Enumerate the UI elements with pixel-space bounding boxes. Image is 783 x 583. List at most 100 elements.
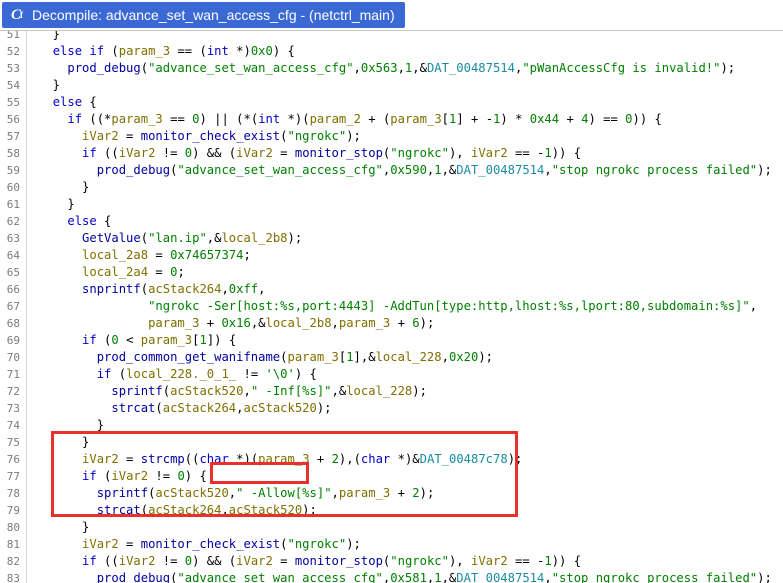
code-line[interactable]: 67 "ngrokc -Ser[host:%s,port:4443] -AddT… [0,298,783,315]
code-token: "advance_set_wan_access_cfg" [177,163,383,177]
line-number: 53 [6,62,20,75]
line-number: 61 [6,198,20,211]
code-line[interactable]: 54 } [0,77,783,94]
code-text: GetValue("lan.ip",&local_2b8); [38,230,302,247]
code-token: monitor_check_exist [140,129,281,143]
code-token: int [206,44,229,58]
code-line[interactable]: 78 sprintf(acStack520," -Allow[%s]",para… [0,485,783,502]
code-line[interactable]: 60 } [0,179,783,196]
code-line[interactable]: 82 if ((iVar2 != 0) && (iVar2 = monitor_… [0,553,783,570]
code-text: else { [38,213,111,230]
code-line[interactable]: 63 GetValue("lan.ip",&local_2b8); [0,230,783,247]
code-token: ),( [338,452,361,466]
code-line[interactable]: 55 else { [0,94,783,111]
code-token: ); [346,537,361,551]
line-number: 80 [6,521,20,534]
code-token: ( [104,44,119,58]
code-token: ) { [184,469,207,483]
code-token: ); [757,571,772,583]
code-token: ,& [441,571,457,583]
decompiler-code-view[interactable]: 51 } 52 else if (param_3 == (int *)0x0) {… [0,31,783,583]
code-text: } [38,434,89,451]
code-token: monitor_check_exist [140,537,281,551]
code-text: iVar2 = strcmp((char *)(param_3 + 2),(ch… [38,451,522,468]
code-token: param_3 [118,44,171,58]
code-token: param_3 [148,316,200,330]
code-token: iVar2 [82,129,119,143]
code-token: param_3 [111,112,163,126]
code-token: == - [507,146,545,160]
code-line[interactable]: 61 } [0,196,783,213]
code-token: DAT_00487514 [456,163,545,177]
code-line[interactable]: 70 prod_common_get_wanifname(param_3[1],… [0,349,783,366]
code-token: != [155,146,185,160]
code-token: param_3 [390,112,442,126]
code-token: iVar2 [236,146,273,160]
code-line[interactable]: 64 local_2a8 = 0x74657374; [0,247,783,264]
code-line[interactable]: 77 if (iVar2 != 0) { [0,468,783,485]
code-token: )) { [551,146,582,160]
code-token: (( [96,554,119,568]
code-line[interactable]: 57 iVar2 = monitor_check_exist("ngrokc")… [0,128,783,145]
code-line[interactable]: 73 strcat(acStack264,acStack520); [0,400,783,417]
code-token: ) * [500,112,530,126]
code-line[interactable]: 62 else { [0,213,783,230]
line-number: 72 [6,385,20,398]
code-line[interactable]: 65 local_2a4 = 0; [0,264,783,281]
line-number: 59 [6,164,20,177]
code-token: ; [177,265,185,279]
code-token: ); [302,503,317,517]
code-line[interactable]: 66 snprintf(acStack264,0xff, [0,281,783,298]
code-text: strcat(acStack264,acStack520); [38,400,331,417]
code-line[interactable]: 79 strcat(acStack264,acStack520); [0,502,783,519]
code-line[interactable]: 74 } [0,417,783,434]
code-line[interactable]: 56 if ((*param_3 == 0) || (*(int *)(para… [0,111,783,128]
line-number: 66 [6,283,20,296]
code-line[interactable]: 83 prod_debug("advance_set_wan_access_cf… [0,570,783,583]
code-line[interactable]: 71 if (local_228._0_1_ != '\0') { [0,366,783,383]
code-line[interactable]: 53 prod_debug("advance_set_wan_access_cf… [0,60,783,77]
code-token: != [155,554,185,568]
code-token: strcat [96,503,141,517]
code-token: } [38,180,90,194]
code-token: local_228._0_1_ [126,367,237,381]
code-line[interactable]: 58 if ((iVar2 != 0) && (iVar2 = monitor_… [0,145,783,162]
code-token: GetValue [82,231,141,245]
code-token: sprintf [96,486,149,500]
code-token: ); [419,486,435,500]
code-token: ); [478,350,493,364]
code-line[interactable]: 51 } [0,31,783,43]
code-token: ), [448,554,471,568]
line-number: 82 [6,555,20,568]
code-token: ), [448,146,471,160]
code-token: + [309,452,332,466]
code-line[interactable]: 81 iVar2 = monitor_check_exist("ngrokc")… [0,536,783,553]
code-token: acStack520 [228,503,303,517]
line-number: 58 [6,147,20,160]
code-line[interactable]: 59 prod_debug("advance_set_wan_access_cf… [0,162,783,179]
code-token: else [52,95,83,109]
code-token: iVar2 [82,452,119,466]
code-line[interactable]: 80 } [0,519,783,536]
code-line[interactable]: 52 else if (param_3 == (int *)0x0) { [0,43,783,60]
code-token: ( [140,503,149,517]
code-text: if ((*param_3 == 0) || (*(int *)(param_2… [38,111,662,128]
code-token: ); [757,163,772,177]
code-line[interactable]: 72 sprintf(acStack520," -Inf[%s]",&local… [0,383,783,400]
code-token: } [38,78,61,92]
code-token: (( [184,452,200,466]
code-text: sprintf(acStack520," -Inf[%s]",&local_22… [38,383,427,400]
code-line[interactable]: 75 } [0,434,783,451]
code-token: } [38,520,90,534]
window-titlebar: Cf Decompile: advance_set_wan_access_cfg… [0,0,783,31]
code-line[interactable]: 76 iVar2 = strcmp((char *)(param_3 + 2),… [0,451,783,468]
decompile-tab[interactable]: Cf Decompile: advance_set_wan_access_cfg… [2,2,405,28]
code-token: param_3 [338,486,391,500]
code-token: 0x16 [221,316,251,330]
code-line[interactable]: 69 if (0 < param_3[1]) { [0,332,783,349]
code-line[interactable]: 68 param_3 + 0x16,&local_2b8,param_3 + 6… [0,315,783,332]
code-text: strcat(acStack264,acStack520); [38,502,317,519]
